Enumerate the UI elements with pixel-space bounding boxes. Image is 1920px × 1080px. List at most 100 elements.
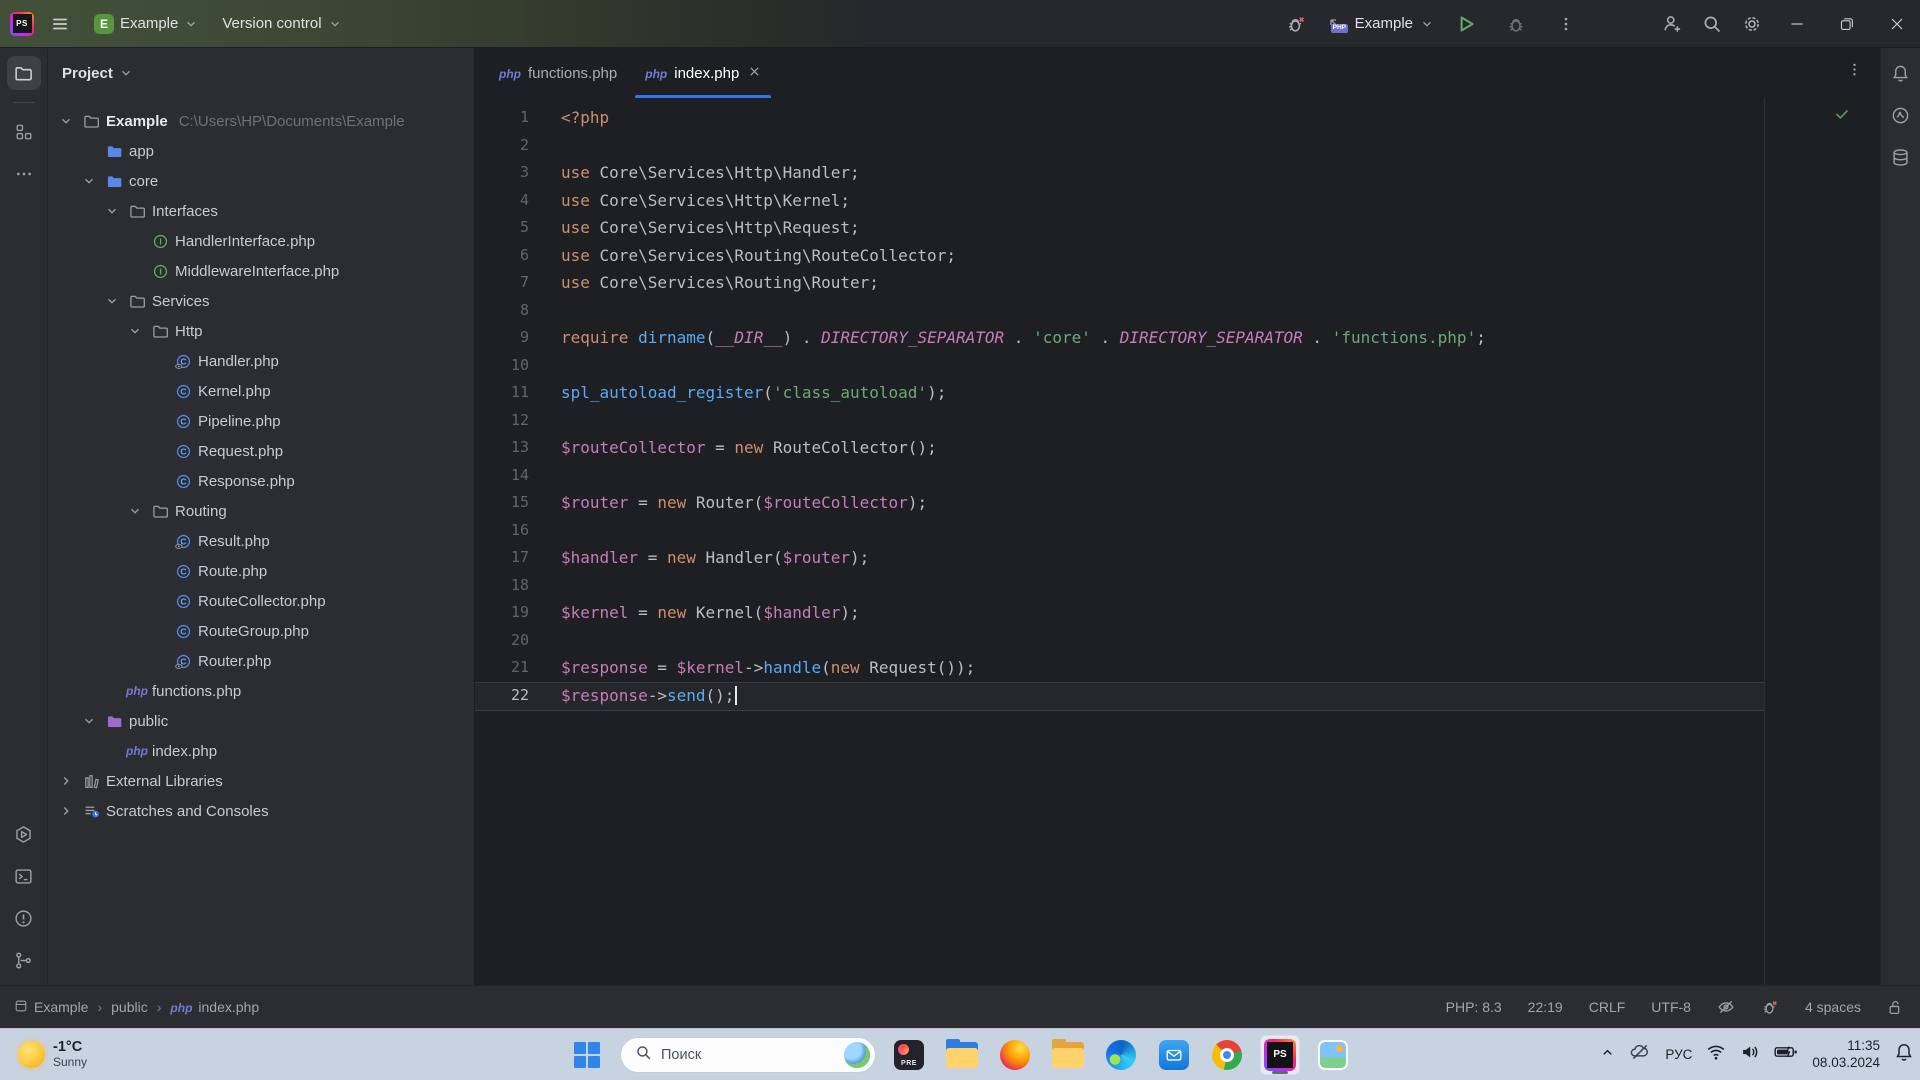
onedrive-offline-icon[interactable]: [1629, 1041, 1651, 1068]
line-number[interactable]: 17: [475, 544, 553, 572]
taskbar-app-firefox[interactable]: [995, 1035, 1035, 1075]
tree-item-kernel-php[interactable]: CKernel.php: [48, 376, 474, 406]
tray-overflow-chevron-icon[interactable]: [1600, 1045, 1615, 1065]
battery-icon[interactable]: [1774, 1042, 1798, 1067]
tree-item-interfaces[interactable]: Interfaces: [48, 196, 474, 226]
line-number[interactable]: 8: [475, 297, 553, 325]
tree-item-core[interactable]: core: [48, 166, 474, 196]
window-minimize-button[interactable]: [1774, 0, 1820, 48]
writable-lock-icon[interactable]: [1887, 999, 1904, 1016]
tree-item-http[interactable]: Http: [48, 316, 474, 346]
code-line[interactable]: 13$routeCollector = new RouteCollector()…: [475, 434, 1880, 462]
php-version-widget[interactable]: PHP: 8.3: [1446, 999, 1502, 1015]
more-actions-button[interactable]: [1548, 6, 1584, 42]
start-button[interactable]: [567, 1035, 607, 1075]
chevron-down-icon[interactable]: [56, 114, 76, 128]
problems-tool-button[interactable]: [7, 901, 41, 935]
run-button[interactable]: [1448, 6, 1484, 42]
code-editor[interactable]: 1<?php23use Core\Services\Http\Handler;4…: [475, 98, 1880, 985]
chevron-down-icon[interactable]: [102, 204, 122, 218]
debug-listeners-off-button[interactable]: [1278, 6, 1314, 42]
code-line[interactable]: 15$router = new Router($routeCollector);: [475, 489, 1880, 517]
tree-item-external-libraries[interactable]: External Libraries: [48, 766, 474, 796]
taskbar-app-folder[interactable]: [1048, 1035, 1088, 1075]
tab-functions-php[interactable]: phpfunctions.php: [485, 48, 631, 98]
window-close-button[interactable]: [1874, 0, 1920, 48]
breadcrumb-index-php[interactable]: phpindex.php: [170, 999, 259, 1015]
line-number[interactable]: 13: [475, 434, 553, 462]
line-number[interactable]: 6: [475, 242, 553, 270]
taskbar-app-chrome[interactable]: [1207, 1035, 1247, 1075]
wifi-icon[interactable]: [1706, 1042, 1726, 1067]
line-number[interactable]: 18: [475, 572, 553, 600]
database-button[interactable]: [1884, 140, 1918, 174]
notification-center-icon[interactable]: [1894, 1042, 1914, 1067]
taskbar-search-input[interactable]: Поиск: [620, 1037, 876, 1073]
more-tool-windows-tool-button[interactable]: [7, 157, 41, 191]
line-number[interactable]: 21: [475, 654, 553, 682]
notifications-button[interactable]: [1884, 56, 1918, 90]
line-number[interactable]: 22: [475, 682, 553, 710]
taskbar-app-photos[interactable]: [1313, 1035, 1353, 1075]
services-tool-button[interactable]: [7, 817, 41, 851]
weather-widget[interactable]: -1°C Sunny: [8, 1029, 97, 1080]
indent-widget[interactable]: 4 spaces: [1805, 999, 1861, 1015]
taskbar-app-phpstorm[interactable]: PS: [1260, 1035, 1300, 1075]
version-control-tool-tool-button[interactable]: [7, 943, 41, 977]
structure-tool-button[interactable]: [7, 115, 41, 149]
debug-button[interactable]: [1498, 6, 1534, 42]
chevron-down-icon[interactable]: [102, 294, 122, 308]
code-line[interactable]: 22$response->send();: [475, 682, 1880, 710]
chevron-down-icon[interactable]: [79, 174, 99, 188]
code-line[interactable]: 16: [475, 517, 1880, 545]
vcs-widget[interactable]: Version control: [214, 9, 349, 38]
tree-item-app[interactable]: app: [48, 136, 474, 166]
line-number[interactable]: 12: [475, 407, 553, 435]
encoding-widget[interactable]: UTF-8: [1651, 999, 1691, 1015]
code-line[interactable]: 6use Core\Services\Routing\RouteCollecto…: [475, 242, 1880, 270]
code-line[interactable]: 20: [475, 627, 1880, 655]
clock-widget[interactable]: 11:35 08.03.2024: [1812, 1038, 1880, 1072]
chevron-down-icon[interactable]: [79, 714, 99, 728]
tree-item-scratches-and-consoles[interactable]: Scratches and Consoles: [48, 796, 474, 826]
chevron-down-icon[interactable]: [125, 324, 145, 338]
code-line[interactable]: 21$response = $kernel->handle(new Reques…: [475, 654, 1880, 682]
code-line[interactable]: 14: [475, 462, 1880, 490]
tree-item-middlewareinterface-php[interactable]: IMiddlewareInterface.php: [48, 256, 474, 286]
code-line[interactable]: 1<?php: [475, 104, 1880, 132]
line-number[interactable]: 16: [475, 517, 553, 545]
tree-item-response-php[interactable]: CResponse.php: [48, 466, 474, 496]
line-number[interactable]: 4: [475, 187, 553, 215]
code-line[interactable]: 3use Core\Services\Http\Handler;: [475, 159, 1880, 187]
search-everywhere-button[interactable]: [1694, 6, 1730, 42]
line-number[interactable]: 19: [475, 599, 553, 627]
settings-button[interactable]: [1734, 6, 1770, 42]
code-line[interactable]: 11spl_autoload_register('class_autoload'…: [475, 379, 1880, 407]
tree-item-example[interactable]: ExampleC:\Users\HP\Documents\Example: [48, 106, 474, 136]
line-ending-widget[interactable]: CRLF: [1589, 999, 1626, 1015]
taskbar-app-mail[interactable]: [1154, 1035, 1194, 1075]
tree-item-routegroup-php[interactable]: CRouteGroup.php: [48, 616, 474, 646]
tree-item-handler-php[interactable]: CHandler.php: [48, 346, 474, 376]
run-configuration-selector[interactable]: PHP Example: [1328, 14, 1434, 34]
line-number[interactable]: 5: [475, 214, 553, 242]
chevron-right-icon[interactable]: [56, 774, 76, 788]
tab-index-php[interactable]: phpindex.php: [631, 48, 775, 98]
tree-item-router-php[interactable]: CRouter.php: [48, 646, 474, 676]
code-line[interactable]: 19$kernel = new Kernel($handler);: [475, 599, 1880, 627]
line-number[interactable]: 14: [475, 462, 553, 490]
tree-item-handlerinterface-php[interactable]: IHandlerInterface.php: [48, 226, 474, 256]
tree-item-pipeline-php[interactable]: CPipeline.php: [48, 406, 474, 436]
main-menu-button[interactable]: [42, 6, 78, 42]
tree-item-routecollector-php[interactable]: CRouteCollector.php: [48, 586, 474, 616]
language-indicator[interactable]: РУС: [1665, 1047, 1692, 1062]
code-line[interactable]: 4use Core\Services\Http\Kernel;: [475, 187, 1880, 215]
breadcrumb-example[interactable]: Example: [14, 999, 88, 1016]
code-line[interactable]: 10: [475, 352, 1880, 380]
taskbar-app-file-explorer[interactable]: [942, 1035, 982, 1075]
taskbar-app-app-pre[interactable]: PRE: [889, 1035, 929, 1075]
chevron-down-icon[interactable]: [125, 504, 145, 518]
tree-item-result-php[interactable]: CResult.php: [48, 526, 474, 556]
ai-assistant-button[interactable]: [1884, 98, 1918, 132]
editor-options-icon[interactable]: [1847, 62, 1862, 82]
